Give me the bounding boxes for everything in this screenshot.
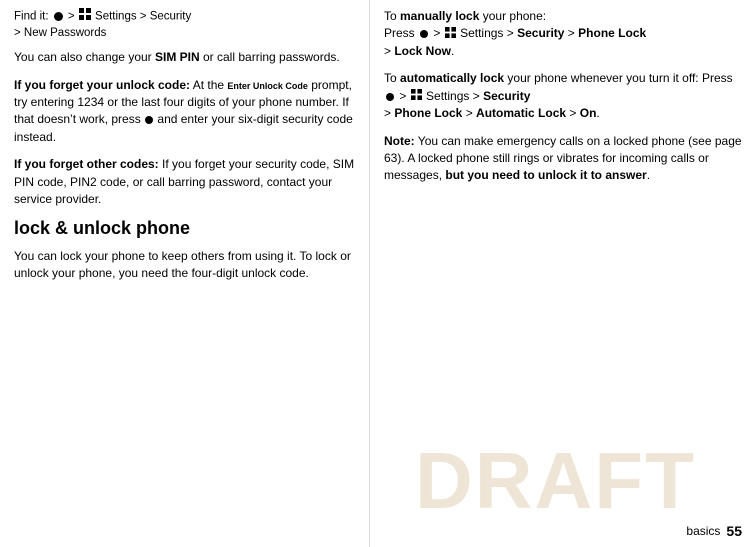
right-column: To manually lock your phone: Press > Set… [370,0,756,547]
press-label-1: Press [384,26,415,40]
draft-watermark: DRAFT [415,435,696,527]
manually-lock-paragraph: To manually lock your phone: Press > Set… [384,8,742,60]
dot-icon-4 [386,93,394,101]
grid-icon-2 [445,26,456,43]
new-passwords-label: New Passwords [24,27,106,39]
settings-label-1: Settings [95,11,137,23]
lock-now-label: Lock Now [394,44,451,58]
page-number: 55 [726,523,742,539]
auto-lock-paragraph: To automatically lock your phone wheneve… [384,70,742,122]
sim-pin-paragraph: You can also change your SIM PIN or call… [14,49,355,66]
security-label-3: Security [483,89,530,103]
manually-lock-bold: manually lock [400,9,479,23]
security-label-1: Security [150,11,192,23]
lock-unlock-heading: lock & unlock phone [14,218,355,240]
forget-unlock-paragraph: If you forget your unlock code: At the E… [14,77,355,147]
left-column: Find it: > Settings > Security > New Pas… [0,0,370,547]
find-it-label: Find it: [14,11,49,23]
security-label-2: Security [517,26,564,40]
settings-label-2: Settings [460,26,503,40]
forget-unlock-heading: If you forget your unlock code: [14,78,190,92]
page-container: Find it: > Settings > Security > New Pas… [0,0,756,547]
lock-unlock-body: You can lock your phone to keep others f… [14,248,355,283]
dot-icon-2 [145,116,153,124]
on-label: On [580,106,597,120]
automatic-lock-label: Automatic Lock [476,106,566,120]
basics-label: basics [686,524,720,538]
forget-other-heading: If you forget other codes: [14,157,159,171]
forget-other-paragraph: If you forget other codes: If you forget… [14,156,355,208]
auto-lock-bold: automatically lock [400,71,504,85]
note-paragraph: Note: You can make emergency calls on a … [384,133,742,185]
note-bold-text: but you need to unlock it to answer [445,168,646,182]
phone-lock-label: Phone Lock [578,26,646,40]
grid-icon-1 [79,8,91,25]
sim-pin-bold: SIM PIN [155,50,200,64]
phone-lock-label-2: Phone Lock [394,106,462,120]
settings-label-3: Settings [426,89,469,103]
find-it-line: Find it: > Settings > Security > New Pas… [14,8,355,41]
enter-unlock-code: Enter Unlock Code [227,81,308,91]
dot-icon-3 [420,30,428,38]
dot-icon [54,12,63,21]
page-footer: basics 55 [686,523,742,539]
note-label: Note: [384,134,415,148]
grid-icon-3 [411,88,422,105]
